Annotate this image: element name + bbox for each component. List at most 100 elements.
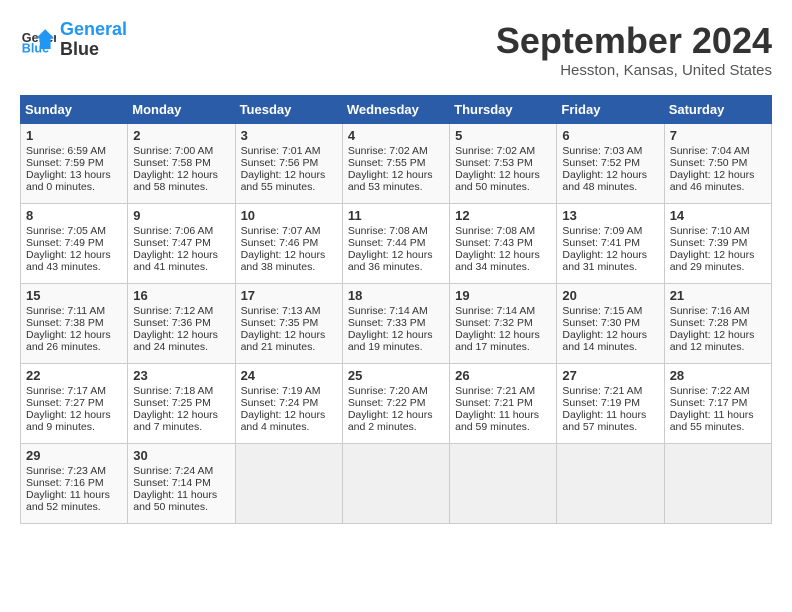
calendar-cell: 13 Sunrise: 7:09 AM Sunset: 7:41 PM Dayl… — [557, 204, 664, 284]
month-title: September 2024 — [496, 20, 772, 62]
calendar-cell: 28 Sunrise: 7:22 AM Sunset: 7:17 PM Dayl… — [664, 364, 771, 444]
calendar-cell — [450, 444, 557, 524]
sunrise-text: Sunrise: 7:00 AM — [133, 145, 213, 157]
day-header-saturday: Saturday — [664, 96, 771, 124]
sunset-text: Sunset: 7:59 PM — [26, 157, 104, 169]
daylight-label: Daylight: 11 hours and 57 minutes. — [562, 409, 646, 433]
sunset-text: Sunset: 7:36 PM — [133, 317, 211, 329]
day-number: 24 — [241, 368, 337, 383]
sunset-text: Sunset: 7:19 PM — [562, 397, 640, 409]
day-number: 20 — [562, 288, 658, 303]
day-number: 22 — [26, 368, 122, 383]
day-number: 19 — [455, 288, 551, 303]
day-number: 29 — [26, 448, 122, 463]
calendar-cell — [235, 444, 342, 524]
sunrise-text: Sunrise: 7:13 AM — [241, 305, 321, 317]
daylight-label: Daylight: 11 hours and 59 minutes. — [455, 409, 539, 433]
calendar-cell: 27 Sunrise: 7:21 AM Sunset: 7:19 PM Dayl… — [557, 364, 664, 444]
daylight-label: Daylight: 12 hours and 19 minutes. — [348, 329, 433, 353]
daylight-label: Daylight: 12 hours and 26 minutes. — [26, 329, 111, 353]
day-number: 11 — [348, 208, 444, 223]
sunrise-text: Sunrise: 7:20 AM — [348, 385, 428, 397]
daylight-label: Daylight: 12 hours and 12 minutes. — [670, 329, 755, 353]
daylight-label: Daylight: 12 hours and 43 minutes. — [26, 249, 111, 273]
day-number: 4 — [348, 128, 444, 143]
daylight-label: Daylight: 12 hours and 55 minutes. — [241, 169, 326, 193]
daylight-label: Daylight: 12 hours and 36 minutes. — [348, 249, 433, 273]
day-number: 12 — [455, 208, 551, 223]
logo: General Blue GeneralBlue — [20, 20, 127, 60]
calendar-cell: 7 Sunrise: 7:04 AM Sunset: 7:50 PM Dayli… — [664, 124, 771, 204]
sunset-text: Sunset: 7:58 PM — [133, 157, 211, 169]
daylight-label: Daylight: 12 hours and 14 minutes. — [562, 329, 647, 353]
calendar-week-row: 8 Sunrise: 7:05 AM Sunset: 7:49 PM Dayli… — [21, 204, 772, 284]
calendar-cell: 15 Sunrise: 7:11 AM Sunset: 7:38 PM Dayl… — [21, 284, 128, 364]
calendar-cell: 20 Sunrise: 7:15 AM Sunset: 7:30 PM Dayl… — [557, 284, 664, 364]
calendar-cell: 8 Sunrise: 7:05 AM Sunset: 7:49 PM Dayli… — [21, 204, 128, 284]
daylight-label: Daylight: 12 hours and 53 minutes. — [348, 169, 433, 193]
day-number: 5 — [455, 128, 551, 143]
daylight-label: Daylight: 12 hours and 24 minutes. — [133, 329, 218, 353]
sunset-text: Sunset: 7:32 PM — [455, 317, 533, 329]
sunset-text: Sunset: 7:30 PM — [562, 317, 640, 329]
logo-icon: General Blue — [20, 22, 56, 58]
day-number: 26 — [455, 368, 551, 383]
calendar-cell: 24 Sunrise: 7:19 AM Sunset: 7:24 PM Dayl… — [235, 364, 342, 444]
sunrise-text: Sunrise: 7:23 AM — [26, 465, 106, 477]
day-number: 8 — [26, 208, 122, 223]
sunset-text: Sunset: 7:17 PM — [670, 397, 748, 409]
sunset-text: Sunset: 7:21 PM — [455, 397, 533, 409]
daylight-label: Daylight: 12 hours and 29 minutes. — [670, 249, 755, 273]
calendar-week-row: 22 Sunrise: 7:17 AM Sunset: 7:27 PM Dayl… — [21, 364, 772, 444]
calendar-cell: 30 Sunrise: 7:24 AM Sunset: 7:14 PM Dayl… — [128, 444, 235, 524]
calendar-cell: 16 Sunrise: 7:12 AM Sunset: 7:36 PM Dayl… — [128, 284, 235, 364]
day-header-friday: Friday — [557, 96, 664, 124]
day-header-thursday: Thursday — [450, 96, 557, 124]
sunrise-text: Sunrise: 7:06 AM — [133, 225, 213, 237]
daylight-label: Daylight: 12 hours and 48 minutes. — [562, 169, 647, 193]
sunrise-text: Sunrise: 6:59 AM — [26, 145, 106, 157]
day-number: 25 — [348, 368, 444, 383]
daylight-label: Daylight: 12 hours and 38 minutes. — [241, 249, 326, 273]
day-number: 27 — [562, 368, 658, 383]
day-number: 10 — [241, 208, 337, 223]
calendar-cell: 23 Sunrise: 7:18 AM Sunset: 7:25 PM Dayl… — [128, 364, 235, 444]
day-header-sunday: Sunday — [21, 96, 128, 124]
calendar-cell: 4 Sunrise: 7:02 AM Sunset: 7:55 PM Dayli… — [342, 124, 449, 204]
sunset-text: Sunset: 7:38 PM — [26, 317, 104, 329]
sunrise-text: Sunrise: 7:18 AM — [133, 385, 213, 397]
daylight-label: Daylight: 12 hours and 7 minutes. — [133, 409, 218, 433]
calendar-week-row: 29 Sunrise: 7:23 AM Sunset: 7:16 PM Dayl… — [21, 444, 772, 524]
sunset-text: Sunset: 7:50 PM — [670, 157, 748, 169]
sunset-text: Sunset: 7:46 PM — [241, 237, 319, 249]
calendar-cell: 19 Sunrise: 7:14 AM Sunset: 7:32 PM Dayl… — [450, 284, 557, 364]
calendar-cell — [342, 444, 449, 524]
sunset-text: Sunset: 7:56 PM — [241, 157, 319, 169]
sunrise-text: Sunrise: 7:21 AM — [455, 385, 535, 397]
day-number: 7 — [670, 128, 766, 143]
daylight-label: Daylight: 11 hours and 50 minutes. — [133, 489, 217, 513]
sunrise-text: Sunrise: 7:03 AM — [562, 145, 642, 157]
calendar-cell: 12 Sunrise: 7:08 AM Sunset: 7:43 PM Dayl… — [450, 204, 557, 284]
sunrise-text: Sunrise: 7:09 AM — [562, 225, 642, 237]
location-subtitle: Hesston, Kansas, United States — [496, 62, 772, 79]
sunset-text: Sunset: 7:55 PM — [348, 157, 426, 169]
daylight-label: Daylight: 12 hours and 50 minutes. — [455, 169, 540, 193]
daylight-label: Daylight: 12 hours and 46 minutes. — [670, 169, 755, 193]
sunrise-text: Sunrise: 7:02 AM — [455, 145, 535, 157]
calendar-cell: 5 Sunrise: 7:02 AM Sunset: 7:53 PM Dayli… — [450, 124, 557, 204]
calendar-cell: 9 Sunrise: 7:06 AM Sunset: 7:47 PM Dayli… — [128, 204, 235, 284]
calendar-week-row: 1 Sunrise: 6:59 AM Sunset: 7:59 PM Dayli… — [21, 124, 772, 204]
calendar-cell: 26 Sunrise: 7:21 AM Sunset: 7:21 PM Dayl… — [450, 364, 557, 444]
sunrise-text: Sunrise: 7:14 AM — [455, 305, 535, 317]
sunrise-text: Sunrise: 7:08 AM — [455, 225, 535, 237]
daylight-label: Daylight: 12 hours and 58 minutes. — [133, 169, 218, 193]
sunset-text: Sunset: 7:43 PM — [455, 237, 533, 249]
sunset-text: Sunset: 7:25 PM — [133, 397, 211, 409]
day-number: 6 — [562, 128, 658, 143]
day-number: 9 — [133, 208, 229, 223]
sunset-text: Sunset: 7:28 PM — [670, 317, 748, 329]
day-header-wednesday: Wednesday — [342, 96, 449, 124]
sunrise-text: Sunrise: 7:05 AM — [26, 225, 106, 237]
day-number: 23 — [133, 368, 229, 383]
